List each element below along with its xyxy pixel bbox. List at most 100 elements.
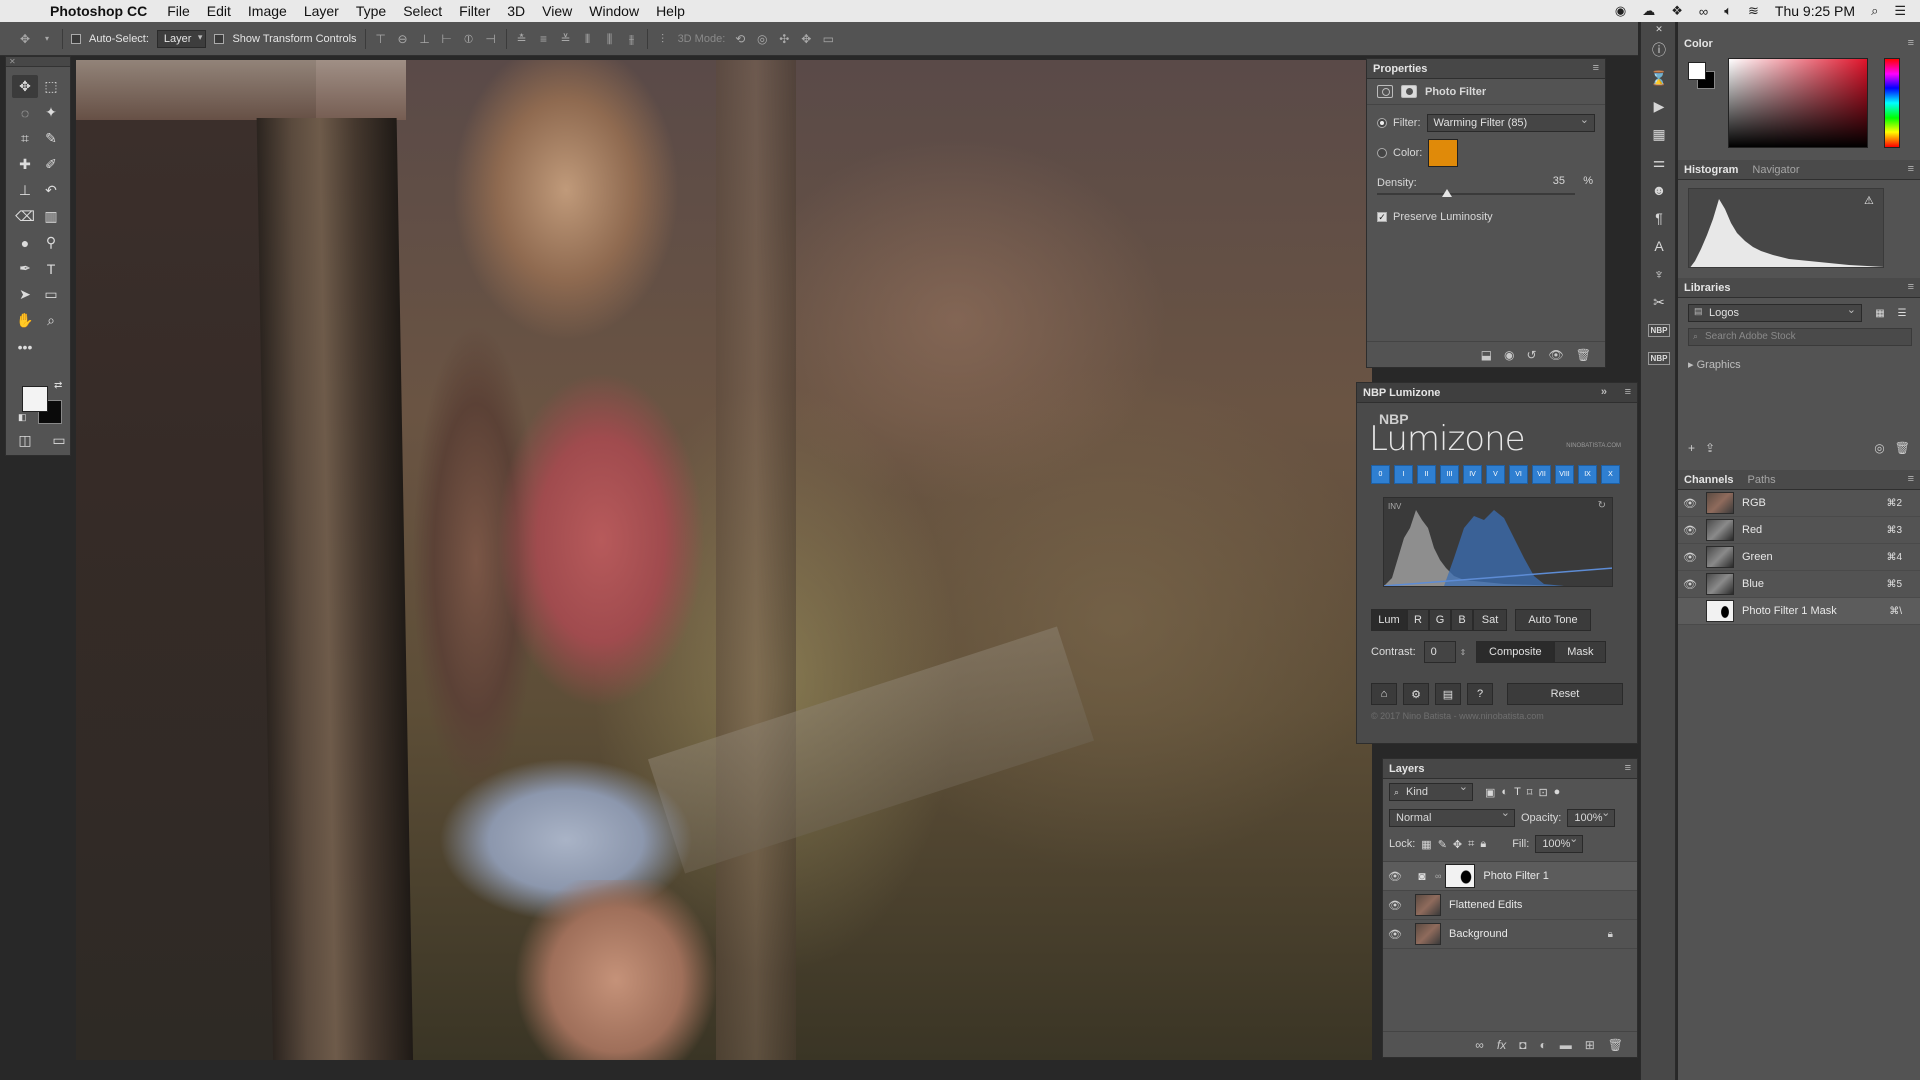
zone-button[interactable]: II <box>1417 465 1436 484</box>
layer-name[interactable]: Photo Filter 1 <box>1483 870 1548 882</box>
eyedropper-tool-icon[interactable]: ✎ <box>38 127 64 150</box>
reset-button[interactable]: Reset <box>1507 683 1623 705</box>
zone-button[interactable]: IX <box>1578 465 1597 484</box>
marquee-tool-icon[interactable]: ⬚ <box>38 75 64 98</box>
cloud-icon[interactable]: ☁ <box>1642 3 1655 19</box>
blur-tool-icon[interactable]: ● <box>12 231 38 254</box>
color-panel-swatches[interactable] <box>1688 62 1718 92</box>
color-panel-header[interactable]: Color ≡ <box>1678 34 1920 54</box>
reset-icon[interactable]: ↺ <box>1526 348 1536 362</box>
chevron-down-icon[interactable]: ▾ <box>40 32 54 46</box>
color-radio[interactable] <box>1377 148 1387 158</box>
edit-toolbar-icon[interactable]: ••• <box>12 335 38 358</box>
upload-icon[interactable]: ⇪ <box>1705 441 1715 455</box>
lock-all-icon[interactable]: 🔒︎ <box>1480 838 1486 851</box>
creative-cloud-sync-icon[interactable]: ◎ <box>1874 441 1884 455</box>
layer-thumbnail[interactable] <box>1415 894 1441 916</box>
auto-tone-button[interactable]: Auto Tone <box>1515 609 1591 631</box>
app-name-menu[interactable]: Photoshop CC <box>50 3 147 19</box>
lock-artboard-icon[interactable]: ⌗ <box>1468 838 1474 851</box>
history-icon[interactable]: ⌛ <box>1641 64 1677 92</box>
menu-clock[interactable]: Thu 9:25 PM <box>1775 3 1855 19</box>
magic-wand-tool-icon[interactable]: ✦ <box>38 101 64 124</box>
align-hcenter-icon[interactable]: ⦶ <box>462 32 476 46</box>
color-swatches[interactable]: ⇄ ◧ <box>18 380 68 424</box>
filter-radio[interactable] <box>1377 118 1387 128</box>
styles-icon[interactable]: ☻ <box>1641 176 1677 204</box>
layer-row-flattened-edits[interactable]: 👁︎ Flattened Edits <box>1383 891 1637 920</box>
composite-button[interactable]: Composite <box>1476 641 1555 663</box>
panel-menu-icon[interactable]: ≡ <box>1625 762 1631 774</box>
distribute-left-icon[interactable]: ⫴ <box>581 32 595 46</box>
wifi-icon[interactable]: ≋ <box>1748 3 1759 19</box>
eraser-tool-icon[interactable]: ⌫ <box>12 205 38 228</box>
filter-dropdown[interactable]: Warming Filter (85) <box>1426 113 1595 132</box>
menu-select[interactable]: Select <box>403 3 442 19</box>
layer-thumbnail[interactable] <box>1415 923 1441 945</box>
preserve-luminosity-checkbox[interactable]: ✓ <box>1377 212 1387 222</box>
visibility-icon[interactable]: 👁︎ <box>1549 348 1564 362</box>
menu-file[interactable]: File <box>167 3 190 19</box>
layer-name[interactable]: Flattened Edits <box>1449 899 1522 911</box>
menu-3d[interactable]: 3D <box>507 3 525 19</box>
lasso-tool-icon[interactable]: ◌ <box>12 101 38 124</box>
menu-view[interactable]: View <box>542 3 572 19</box>
history-brush-tool-icon[interactable]: ↶ <box>38 179 64 202</box>
move-tool-icon[interactable]: ✥ <box>12 75 38 98</box>
lock-position-icon[interactable]: ✥ <box>1453 838 1462 851</box>
eye-icon[interactable]: 👁︎ <box>1678 578 1702 591</box>
paths-tab[interactable]: Paths <box>1748 474 1776 486</box>
zone-button[interactable]: 0 <box>1371 465 1390 484</box>
quick-mask-icon[interactable]: ◫ <box>12 429 38 452</box>
3d-roll-icon[interactable]: ◎ <box>755 32 769 46</box>
color-picker-field[interactable] <box>1728 58 1868 148</box>
swatches-icon[interactable]: ▦ <box>1641 120 1677 148</box>
density-value[interactable]: 35 <box>1535 175 1565 187</box>
link-layers-icon[interactable]: ∞ <box>1475 1038 1484 1052</box>
nbp-plugin-icon[interactable]: NBP <box>1641 316 1677 344</box>
g-button[interactable]: G <box>1429 609 1451 631</box>
menu-layer[interactable]: Layer <box>304 3 339 19</box>
record-icon[interactable]: ◉ <box>1615 3 1626 19</box>
filter-pixel-icon[interactable]: ▣ <box>1485 786 1495 799</box>
panel-menu-icon[interactable]: ≡ <box>1908 163 1914 175</box>
channel-row-mask[interactable]: Photo Filter 1 Mask ⌘\ <box>1678 598 1920 625</box>
sat-button[interactable]: Sat <box>1473 609 1507 631</box>
tools-panel-grip[interactable]: ✕ <box>6 57 70 67</box>
libraries-panel-header[interactable]: Libraries ≡ <box>1678 278 1920 298</box>
eye-icon[interactable]: 👁︎ <box>1383 870 1407 883</box>
mask-button[interactable]: Mask <box>1554 641 1607 663</box>
path-selection-tool-icon[interactable]: ➤ <box>12 283 38 306</box>
default-colors-icon[interactable]: ◧ <box>18 412 27 423</box>
3d-drag-icon[interactable]: ✣ <box>777 32 791 46</box>
gear-icon[interactable]: ⚙ <box>1403 683 1429 705</box>
3d-slide-icon[interactable]: ✥ <box>799 32 813 46</box>
tool-presets-icon[interactable]: ✂ <box>1641 288 1677 316</box>
type-tool-icon[interactable]: T <box>38 257 64 280</box>
zone-button[interactable]: III <box>1440 465 1459 484</box>
menu-type[interactable]: Type <box>356 3 386 19</box>
histogram-panel-header[interactable]: Histogram Navigator ≡ <box>1678 160 1920 180</box>
layer-mask-thumbnail[interactable] <box>1445 864 1476 888</box>
document-canvas[interactable] <box>76 56 1372 1080</box>
library-dropdown[interactable]: ▤ Logos <box>1688 303 1862 322</box>
zone-button[interactable]: IV <box>1463 465 1482 484</box>
creative-cloud-icon[interactable]: ∞ <box>1699 4 1708 19</box>
zone-button[interactable]: VIII <box>1555 465 1574 484</box>
menu-window[interactable]: Window <box>589 3 639 19</box>
eye-icon[interactable]: 👁︎ <box>1678 497 1702 510</box>
channel-row-rgb[interactable]: 👁︎ RGB ⌘2 <box>1678 490 1920 517</box>
histogram-tab[interactable]: Histogram <box>1684 164 1738 176</box>
channels-panel-header[interactable]: Channels Paths ≡ <box>1678 470 1920 490</box>
align-left-icon[interactable]: ⊢ <box>440 32 454 46</box>
b-button[interactable]: B <box>1451 609 1473 631</box>
document-icon[interactable]: ▤ <box>1435 683 1461 705</box>
swap-colors-icon[interactable]: ⇄ <box>54 380 62 391</box>
3d-orbit-icon[interactable]: ⟲ <box>733 32 747 46</box>
info-icon[interactable]: ⓘ <box>1641 36 1677 64</box>
dropbox-icon[interactable]: ❖ <box>1671 3 1683 19</box>
distribute-bottom-icon[interactable]: ≚ <box>559 32 573 46</box>
channel-row-red[interactable]: 👁︎ Red ⌘3 <box>1678 517 1920 544</box>
show-transform-checkbox[interactable] <box>214 33 225 44</box>
volume-icon[interactable]: 🔈︎ <box>1724 3 1732 19</box>
